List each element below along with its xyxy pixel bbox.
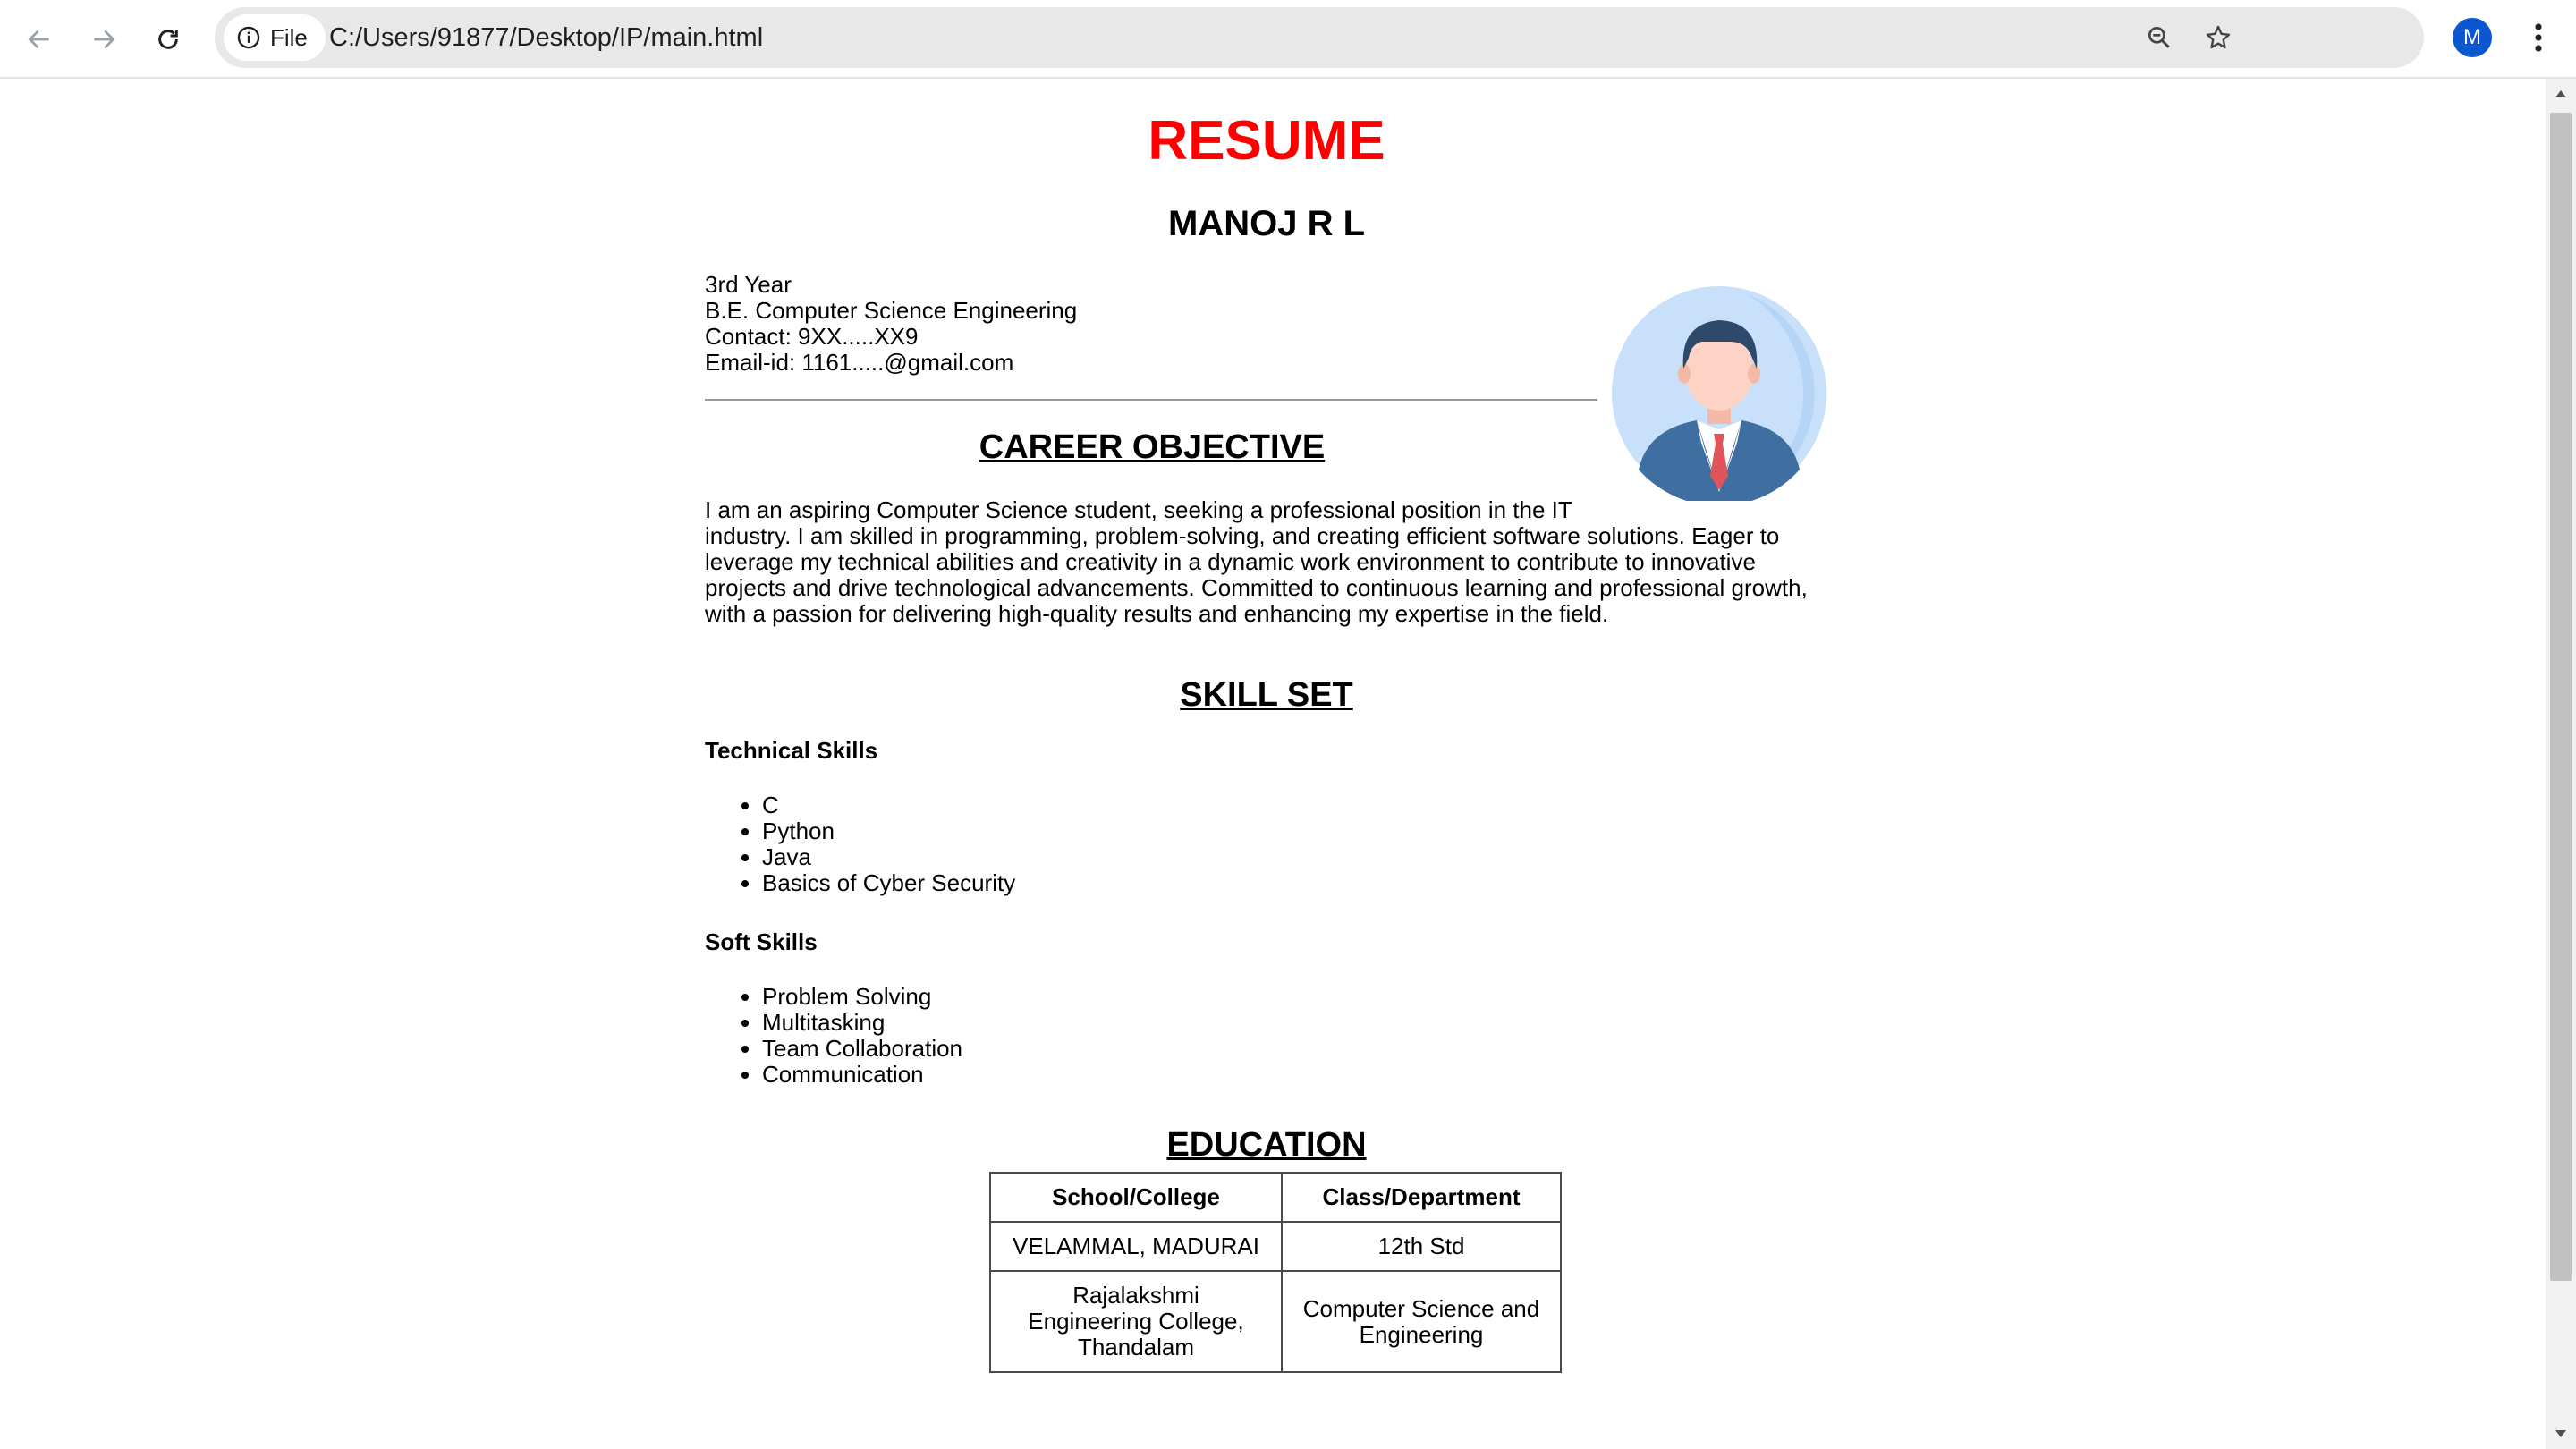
technical-skills-list: C Python Java Basics of Cyber Security xyxy=(705,792,1015,896)
list-item: Basics of Cyber Security xyxy=(762,870,1015,896)
security-label: File xyxy=(270,23,308,51)
list-item: Python xyxy=(762,818,1015,844)
resume-title: RESUME xyxy=(1148,110,1385,172)
forward-button[interactable] xyxy=(82,18,125,61)
list-item: Team Collaboration xyxy=(762,1036,962,1062)
table-row: Rajalakshmi Engineering College, Thandal… xyxy=(989,1270,1562,1373)
career-objective-heading: CAREER OBJECTIVE xyxy=(979,428,1326,466)
arrow-right-icon xyxy=(94,30,115,49)
url-text[interactable]: C:/Users/91877/Desktop/IP/main.html xyxy=(329,7,763,68)
list-item: Problem Solving xyxy=(762,984,962,1010)
profile-photo xyxy=(1612,286,1826,501)
triangle-up-icon xyxy=(2555,90,2566,97)
table-cell: VELAMMAL, MADURAI xyxy=(989,1221,1283,1272)
column-header: School/College xyxy=(989,1172,1283,1223)
reload-button[interactable] xyxy=(147,18,190,61)
table-cell: Computer Science and Engineering xyxy=(1281,1270,1562,1373)
objective-line: I am an aspiring Computer Science studen… xyxy=(705,496,1572,523)
table-cell: 12th Std xyxy=(1281,1221,1562,1272)
table-row: VELAMMAL, MADURAI 12th Std xyxy=(989,1221,1562,1272)
education-table: School/College Class/Department VELAMMAL… xyxy=(989,1172,1562,1373)
list-item: C xyxy=(762,792,1015,818)
section-divider xyxy=(705,399,1597,401)
arrow-left-icon xyxy=(28,30,49,49)
technical-skills-heading: Technical Skills xyxy=(705,737,878,764)
year-text: 3rd Year xyxy=(705,271,792,298)
bookmark-button[interactable] xyxy=(2197,16,2240,59)
browser-menu-button[interactable] xyxy=(2522,16,2555,59)
reload-icon xyxy=(158,30,178,49)
candidate-name: MANOJ R L xyxy=(1168,204,1365,243)
back-button[interactable] xyxy=(18,18,61,61)
scrollbar-thumb[interactable] xyxy=(2550,113,2572,1281)
personal-info: 3rd Year B.E. Computer Science Engineeri… xyxy=(705,272,1077,376)
star-icon xyxy=(2206,25,2231,49)
vertical-scrollbar[interactable] xyxy=(2546,79,2576,1449)
column-header: Class/Department xyxy=(1281,1172,1562,1223)
table-header-row: School/College Class/Department xyxy=(989,1172,1562,1223)
objective-body: industry. I am skilled in programming, p… xyxy=(705,522,1808,627)
scroll-down-button[interactable] xyxy=(2546,1419,2576,1449)
email-text: Email-id: 1161.....@gmail.com xyxy=(705,349,1014,376)
contact-text: Contact: 9XX.....XX9 xyxy=(705,323,919,350)
site-info-chip[interactable]: File xyxy=(224,14,326,61)
soft-skills-list: Problem Solving Multitasking Team Collab… xyxy=(705,984,962,1088)
soft-skills-heading: Soft Skills xyxy=(705,928,818,955)
profile-avatar[interactable]: M xyxy=(2453,18,2492,57)
zoom-icon xyxy=(2148,26,2170,48)
skill-set-heading: SKILL SET xyxy=(1180,676,1353,714)
more-vert-icon xyxy=(2535,23,2542,52)
info-icon xyxy=(237,26,260,49)
list-item: Java xyxy=(762,844,1015,870)
table-cell: Rajalakshmi Engineering College, Thandal… xyxy=(989,1270,1283,1373)
degree-text: B.E. Computer Science Engineering xyxy=(705,297,1078,324)
triangle-down-icon xyxy=(2555,1430,2566,1437)
list-item: Multitasking xyxy=(762,1010,962,1036)
career-objective-text: I am an aspiring Computer Science studen… xyxy=(705,497,1828,627)
scroll-up-button[interactable] xyxy=(2546,79,2576,109)
address-bar[interactable]: File C:/Users/91877/Desktop/IP/main.html xyxy=(215,7,2424,68)
education-heading: EDUCATION xyxy=(1166,1126,1367,1164)
page-viewport: RESUME MANOJ R L 3rd Year B.E. Computer … xyxy=(0,79,2546,1449)
zoom-button[interactable] xyxy=(2138,16,2181,59)
list-item: Communication xyxy=(762,1062,962,1088)
browser-toolbar: File C:/Users/91877/Desktop/IP/main.html… xyxy=(0,0,2576,79)
